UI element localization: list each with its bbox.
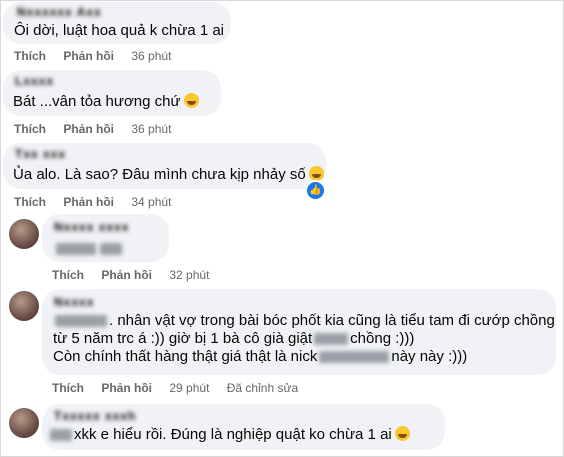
comment-actions: Thích Phản hồi 34 phút [14, 195, 185, 209]
comment-text-line: . nhân vật vợ trong bài bóc phốt kia cũn… [53, 311, 555, 331]
reply-button[interactable]: Phản hồi [101, 268, 152, 282]
comment-actions: Thích Phản hồi 36 phút [14, 49, 185, 63]
edited-label: Đã chỉnh sửa [226, 381, 299, 395]
commenter-name-blurred: Nxxxx [54, 295, 95, 309]
like-badge-icon[interactable]: 👍 [305, 180, 326, 201]
comment-bubble: Nxxxx xxxx [42, 214, 169, 262]
comment-text-line: Còn chính thất hàng thật giá thật là nic… [53, 348, 468, 365]
comment-bubble: Txxxxx xxxh xkk e hiểu rồi. Đúng là nghi… [42, 404, 445, 450]
reply-button[interactable]: Phản hồi [101, 381, 152, 395]
reply-button[interactable]: Phản hồi [63, 195, 114, 209]
comment-bubble: Lxxxx Bát ...vân tỏa hương chứ [3, 70, 221, 116]
timestamp[interactable]: 34 phút [131, 195, 171, 209]
haha-emoji-icon [308, 166, 324, 181]
avatar[interactable] [9, 408, 39, 438]
comment-actions: Thích Phản hồi 29 phút Đã chỉnh sửa [52, 381, 312, 395]
haha-emoji-icon [183, 93, 199, 108]
timestamp[interactable]: 36 phút [131, 122, 171, 136]
comment-text: Ủa alo. Là sao? Đâu mình chưa kịp nhảy s… [13, 165, 324, 185]
like-button[interactable]: Thích [14, 195, 46, 209]
timestamp[interactable]: 36 phút [131, 49, 171, 63]
blurred-text [54, 240, 124, 258]
reply-button[interactable]: Phản hồi [63, 49, 114, 63]
like-button[interactable]: Thích [14, 49, 46, 63]
commenter-name-blurred: Nxxxx xxxx [54, 220, 130, 234]
timestamp[interactable]: 29 phút [169, 381, 209, 395]
comment-text: Ôi dời, luật hoa quả k chừa 1 ai [14, 22, 224, 39]
comment-bubble: Nxxxx . nhân vật vợ trong bài bóc phốt k… [42, 289, 556, 375]
timestamp[interactable]: 32 phút [169, 268, 209, 282]
like-button[interactable]: Thích [14, 122, 46, 136]
commenter-name-blurred: Lxxxx [15, 74, 55, 88]
avatar[interactable] [9, 219, 39, 249]
like-button[interactable]: Thích [52, 268, 84, 282]
comment-text: Bát ...vân tỏa hương chứ [13, 92, 199, 112]
comment-actions: Thích Phản hồi 36 phút [14, 122, 185, 136]
comment-actions: Thích Phản hồi 32 phút [52, 268, 223, 282]
comment-bubble: Txx xxx Ủa alo. Là sao? Đâu mình chưa kị… [3, 143, 326, 189]
comment-text-line: từ 5 năm trc á :)) giờ bị 1 bà cô già gi… [53, 330, 415, 347]
avatar[interactable] [9, 291, 39, 321]
like-button[interactable]: Thích [52, 381, 84, 395]
commenter-name-blurred: Nxxxxxx Axx [17, 5, 102, 19]
comment-bubble: Nxxxxxx Axx Ôi dời, luật hoa quả k chừa … [3, 2, 231, 44]
commenter-name-blurred: Txx xxx [15, 147, 67, 161]
commenter-name-blurred: Txxxxx xxxh [54, 409, 137, 423]
reply-button[interactable]: Phản hồi [63, 122, 114, 136]
comment-text: xkk e hiểu rồi. Đúng là nghiệp quật ko c… [48, 425, 410, 445]
haha-emoji-icon [394, 426, 410, 441]
